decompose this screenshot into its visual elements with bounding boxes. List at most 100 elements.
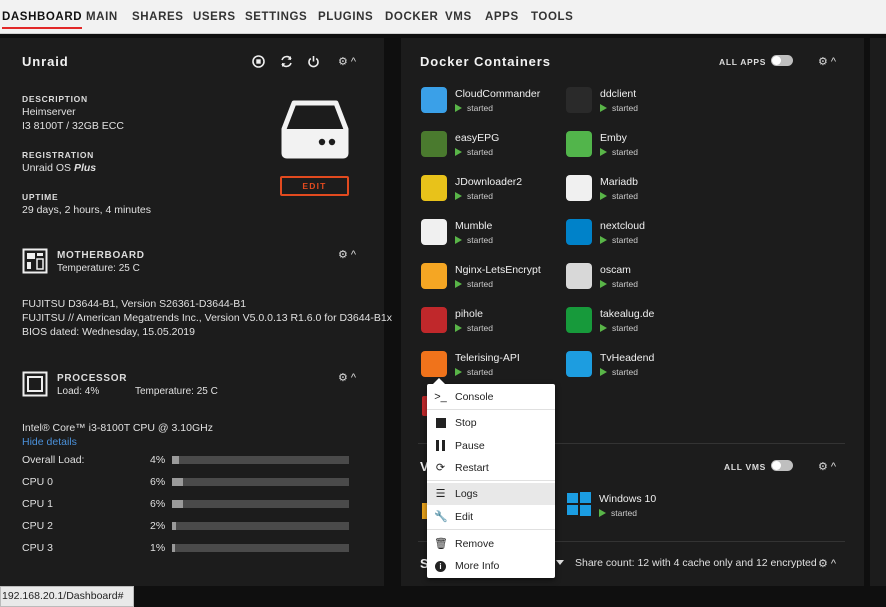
nav-users[interactable]: USERS xyxy=(193,11,236,23)
menu-separator xyxy=(427,529,555,530)
container-status: started xyxy=(600,279,638,289)
menu-more-info[interactable]: i More Info xyxy=(427,555,555,577)
container-item[interactable]: easyEPG started xyxy=(421,131,561,167)
container-name: JDownloader2 xyxy=(455,176,523,188)
container-icon[interactable] xyxy=(421,87,447,113)
container-item[interactable]: Mumble started xyxy=(421,219,561,255)
menu-restart[interactable]: ⟳ Restart xyxy=(427,457,555,479)
container-icon[interactable] xyxy=(566,131,592,157)
container-icon[interactable] xyxy=(421,351,447,377)
vms-settings-icon[interactable]: ⚙ ^ xyxy=(818,460,836,473)
container-item[interactable]: pihole started xyxy=(421,307,561,343)
info-icon: i xyxy=(434,560,447,572)
cpu-row-value: 6% xyxy=(150,476,166,488)
reboot-icon[interactable] xyxy=(280,55,293,68)
all-apps-toggle[interactable] xyxy=(771,55,793,66)
cpu-load-bar xyxy=(172,478,349,486)
container-item[interactable]: JDownloader2 started xyxy=(421,175,561,211)
container-item[interactable]: nextcloud started xyxy=(566,219,706,255)
cpu-row-label: CPU 0 xyxy=(22,476,53,488)
vm-windows-10[interactable]: Windows 10 started xyxy=(566,491,706,527)
play-icon xyxy=(600,280,607,288)
container-item[interactable]: Nginx-LetsEncrypt started xyxy=(421,263,561,299)
cpu-load-bar-fill xyxy=(172,544,175,552)
play-icon xyxy=(455,324,462,332)
cpu-load-bar-fill xyxy=(172,522,176,530)
menu-pause[interactable]: Pause xyxy=(427,435,555,457)
container-icon[interactable] xyxy=(566,175,592,201)
motherboard-line-2: FUJITSU // American Megatrends Inc., Ver… xyxy=(22,312,393,324)
menu-logs[interactable]: ☰ Logs xyxy=(427,483,555,505)
container-status-text: started xyxy=(612,235,638,245)
motherboard-settings-icon[interactable]: ⚙ ^ xyxy=(338,248,356,261)
container-icon[interactable] xyxy=(421,307,447,333)
play-icon xyxy=(600,324,607,332)
nav-vms[interactable]: VMS xyxy=(445,11,472,23)
container-icon[interactable] xyxy=(421,263,447,289)
container-item[interactable]: oscam started xyxy=(566,263,706,299)
nav-dashboard[interactable]: DASHBOARD xyxy=(2,11,83,29)
power-icon[interactable] xyxy=(307,55,320,68)
pause-icon xyxy=(434,440,447,452)
cpu-load-bar xyxy=(172,500,349,508)
container-name: Mariadb xyxy=(600,176,638,188)
container-icon[interactable] xyxy=(566,351,592,377)
container-status-text: started xyxy=(612,279,638,289)
all-apps-label: ALL APPS xyxy=(719,57,767,67)
edit-button[interactable]: EDIT xyxy=(280,176,349,196)
container-status: started xyxy=(455,147,493,157)
nav-docker[interactable]: DOCKER xyxy=(385,11,438,23)
container-item[interactable]: CloudCommander started xyxy=(421,87,561,123)
container-status-text: started xyxy=(612,103,638,113)
hide-details-link[interactable]: Hide details xyxy=(22,436,77,448)
motherboard-line-1: FUJITSU D3644-B1, Version S26361-D3644-B… xyxy=(22,298,247,310)
container-icon[interactable] xyxy=(566,263,592,289)
nav-apps[interactable]: APPS xyxy=(485,11,519,23)
nav-plugins[interactable]: PLUGINS xyxy=(318,11,373,23)
container-icon[interactable] xyxy=(421,175,447,201)
windows-icon xyxy=(567,492,591,516)
stop-array-icon[interactable] xyxy=(252,55,265,68)
registration-label: REGISTRATION xyxy=(22,150,94,160)
nav-tools[interactable]: TOOLS xyxy=(531,11,573,23)
container-name: ddclient xyxy=(600,88,637,100)
container-status: started xyxy=(455,191,493,201)
container-icon[interactable] xyxy=(566,219,592,245)
container-status: started xyxy=(600,191,638,201)
nav-shares[interactable]: SHARES xyxy=(132,11,184,23)
container-item[interactable]: TvHeadend started xyxy=(566,351,706,387)
container-status-text: started xyxy=(467,147,493,157)
shares-settings-icon[interactable]: ⚙ ^ xyxy=(818,557,836,570)
menu-edit[interactable]: 🔧 Edit xyxy=(427,506,555,528)
container-icon[interactable] xyxy=(566,307,592,333)
container-status-text: started xyxy=(612,323,638,333)
console-icon: >_ xyxy=(434,391,447,403)
container-icon[interactable] xyxy=(421,219,447,245)
container-item[interactable]: takealug.de started xyxy=(566,307,706,343)
uptime-label: UPTIME xyxy=(22,192,59,202)
menu-stop[interactable]: Stop xyxy=(427,412,555,434)
cpu-row-label: CPU 3 xyxy=(22,542,53,554)
container-icon[interactable] xyxy=(421,131,447,157)
container-icon[interactable] xyxy=(566,87,592,113)
container-status: started xyxy=(600,235,638,245)
description-name: Heimserver xyxy=(22,106,76,118)
all-vms-toggle[interactable] xyxy=(771,460,793,471)
container-item[interactable]: Emby started xyxy=(566,131,706,167)
menu-remove[interactable]: 🗑 Remove xyxy=(427,533,555,555)
processor-settings-icon[interactable]: ⚙ ^ xyxy=(338,371,356,384)
nav-main[interactable]: MAIN xyxy=(86,11,118,23)
menu-console[interactable]: >_ Console xyxy=(427,386,555,408)
shares-dropdown-icon[interactable] xyxy=(556,560,564,565)
server-settings-icon[interactable]: ⚙ ^ xyxy=(338,55,356,68)
container-item[interactable]: ddclient started xyxy=(566,87,706,123)
container-item[interactable]: Mariadb started xyxy=(566,175,706,211)
docker-settings-icon[interactable]: ⚙ ^ xyxy=(818,55,836,68)
container-status: started xyxy=(600,367,638,377)
container-context-menu: >_ Console Stop Pause ⟳ Restart ☰ Logs 🔧… xyxy=(427,378,555,578)
share-count: Share count: 12 with 4 cache only and 12… xyxy=(575,557,817,569)
play-icon xyxy=(600,148,607,156)
nav-settings[interactable]: SETTINGS xyxy=(245,11,307,23)
container-status-text: started xyxy=(612,367,638,377)
container-status-text: started xyxy=(467,103,493,113)
